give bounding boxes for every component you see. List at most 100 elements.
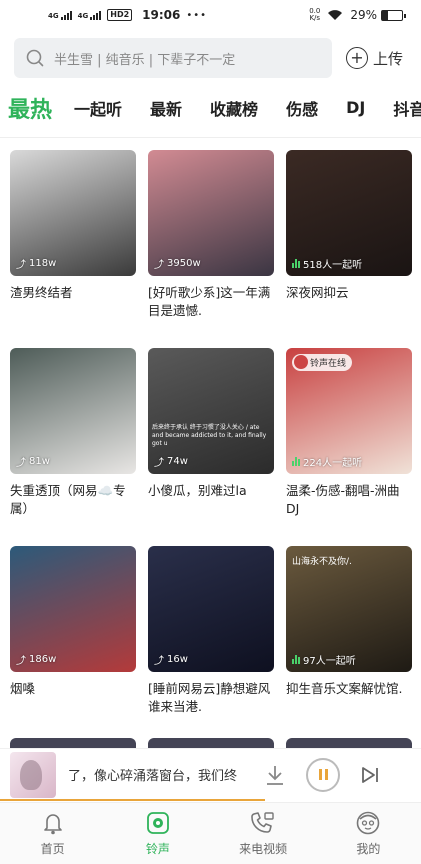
upload-label: 上传 (373, 49, 404, 68)
playlist-card[interactable]: ⤴ 81w 失重透顶（网易☁️专属） (10, 348, 136, 546)
tab-listen-together[interactable]: 一起听 (74, 96, 122, 120)
playlist-card[interactable]: ⤴ 118w 渣男终结者 (10, 150, 136, 348)
playlist-title[interactable]: 温柔-伤感-翻唱-洲曲DJ (286, 482, 412, 518)
playlist-card[interactable]: ⤴ 3950w [好听歌少系]这一年满目是遗憾. (148, 150, 274, 348)
playlist-card[interactable]: 518人一起听深夜网抑云 (286, 150, 412, 348)
equalizer-icon (292, 655, 300, 664)
search-input[interactable]: 半生雪 | 纯音乐 | 下辈子不一定 (14, 38, 332, 78)
signal-2-icon: 4G (78, 10, 102, 20)
playlist-cover[interactable]: ⤴ 118w (10, 150, 136, 276)
playlist-title[interactable]: 烟嗓 (10, 680, 136, 698)
listening-count: 97人一起听 (292, 652, 356, 667)
playlist-title[interactable]: 深夜网抑云 (286, 284, 412, 302)
tab-dj[interactable]: DJ (346, 98, 365, 117)
play-count-icon: ⤴ (16, 458, 26, 469)
count-text: 16w (167, 654, 188, 665)
tab-douyin[interactable]: 抖音 (393, 96, 421, 120)
tab-newest[interactable]: 最新 (150, 96, 182, 120)
nav-mine-label: 我的 (356, 842, 381, 856)
profile-icon (357, 811, 380, 835)
count-text: 81w (29, 456, 50, 467)
playlist-cover[interactable]: 518人一起听 (286, 150, 412, 276)
nav-ringtone-label: 铃声 (145, 842, 170, 856)
playlist-title[interactable]: [好听歌少系]这一年满目是遗憾. (148, 284, 274, 320)
playlist-cover[interactable]: ⤴ 16w (148, 546, 274, 672)
next-track-icon[interactable] (360, 765, 380, 785)
playlist-card[interactable]: 后来终于承认 终于习惯了没人关心 / ate and became addict… (148, 348, 274, 546)
play-count: ⤴ 3950w (154, 256, 201, 271)
upload-button[interactable]: + 上传 (346, 47, 403, 69)
playlist-title[interactable]: [睡前网易云]静想避风 谁来当港. (148, 680, 274, 716)
cover-subtitle: 后来终于承认 终于习惯了没人关心 / ate and became addict… (152, 424, 267, 447)
nav-call-video[interactable]: 来电视频 (211, 803, 316, 864)
listening-count: 224人一起听 (292, 454, 362, 469)
creator-badge: 铃声在线 (292, 354, 353, 371)
playlist-title[interactable]: 小傻瓜，别难过la (148, 482, 274, 500)
nav-mine[interactable]: 我的 (316, 803, 421, 864)
cover-caption: 山海永不及你/. (292, 557, 352, 567)
play-count-icon: ⤴ (154, 260, 164, 271)
tab-hot[interactable]: 最热 (8, 92, 52, 124)
count-text: 224人一起听 (303, 458, 363, 469)
count-text: 3950w (167, 258, 201, 269)
equalizer-icon (292, 259, 300, 268)
tab-favorites[interactable]: 收藏榜 (210, 96, 258, 120)
tab-sad[interactable]: 伤感 (286, 96, 318, 120)
playback-progress (0, 799, 265, 801)
play-count: ⤴ 16w (154, 652, 188, 667)
more-dots: ••• (186, 9, 208, 21)
nav-home-label: 首页 (40, 842, 65, 856)
play-count: ⤴ 74w (154, 454, 188, 469)
play-count-icon: ⤴ (16, 656, 26, 667)
play-count: ⤴ 186w (16, 652, 56, 667)
count-text: 186w (29, 654, 57, 665)
playlist-cover[interactable]: 山海永不及你/. 97人一起听 (286, 546, 412, 672)
plus-icon: + (346, 47, 368, 69)
playlist-cover[interactable]: 后来终于承认 终于习惯了没人关心 / ate and became addict… (148, 348, 274, 474)
pause-icon (318, 769, 322, 780)
play-count: ⤴ 81w (16, 454, 50, 469)
player-controls (264, 757, 380, 792)
status-right: 0.0 K/s 29% (309, 8, 406, 22)
equalizer-icon (292, 457, 300, 466)
status-left: 4G 4G HD2 19:06 ••• (48, 8, 207, 22)
playlist-cover[interactable]: ⤴ 3950w (148, 150, 274, 276)
signal-1-icon: 4G (48, 10, 72, 20)
bell-icon (43, 814, 62, 835)
nav-ringtone[interactable]: 铃声 (105, 803, 210, 864)
bottom-nav: 首页 铃声 来电视频 我的 (0, 802, 421, 864)
playlist-title[interactable]: 失重透顶（网易☁️专属） (10, 482, 136, 518)
search-icon (26, 49, 44, 67)
playlist-title[interactable]: 抑生音乐文案解忧馆. (286, 680, 412, 698)
playlist-card[interactable]: 山海永不及你/. 97人一起听抑生音乐文案解忧馆. (286, 546, 412, 744)
battery-icon (381, 9, 406, 21)
play-count-icon: ⤴ (16, 260, 26, 271)
count-text: 518人一起听 (303, 260, 363, 271)
play-count-icon: ⤴ (154, 458, 164, 469)
playlist-title[interactable]: 渣男终结者 (10, 284, 136, 302)
wifi-icon (328, 10, 343, 20)
album-art[interactable] (10, 751, 56, 798)
pause-button[interactable] (306, 757, 340, 792)
search-placeholder: 半生雪 | 纯音乐 | 下辈子不一定 (54, 52, 236, 68)
ringtone-icon (146, 812, 169, 834)
download-icon[interactable] (264, 764, 286, 786)
playlist-grid: ⤴ 118w 渣男终结者 ⤴ 3950w [好听歌少系]这一年满目是遗憾. 518人一起听深… (0, 138, 421, 744)
nav-home[interactable]: 首页 (0, 803, 105, 864)
hd-badge: HD2 (107, 9, 133, 21)
listening-count: 518人一起听 (292, 256, 362, 271)
count-text: 97人一起听 (303, 656, 356, 667)
mini-player[interactable]: 了，像心碎涌落窗台，我们终 (0, 748, 421, 801)
battery: 29% (350, 8, 406, 22)
playlist-card[interactable]: ⤴ 16w [睡前网易云]静想避风 谁来当港. (148, 546, 274, 744)
phone-video-icon (251, 812, 274, 833)
playlist-cover[interactable]: ⤴ 81w (10, 348, 136, 474)
playlist-cover[interactable]: ⤴ 186w (10, 546, 136, 672)
search-row: 半生雪 | 纯音乐 | 下辈子不一定 + 上传 (0, 30, 421, 78)
status-time: 19:06 (142, 8, 181, 22)
count-text: 118w (29, 258, 57, 269)
playlist-cover[interactable]: 铃声在线 224人一起听 (286, 348, 412, 474)
play-count-icon: ⤴ (154, 656, 164, 667)
playlist-card[interactable]: 铃声在线 224人一起听温柔-伤感-翻唱-洲曲DJ (286, 348, 412, 546)
playlist-card[interactable]: ⤴ 186w 烟嗓 (10, 546, 136, 744)
